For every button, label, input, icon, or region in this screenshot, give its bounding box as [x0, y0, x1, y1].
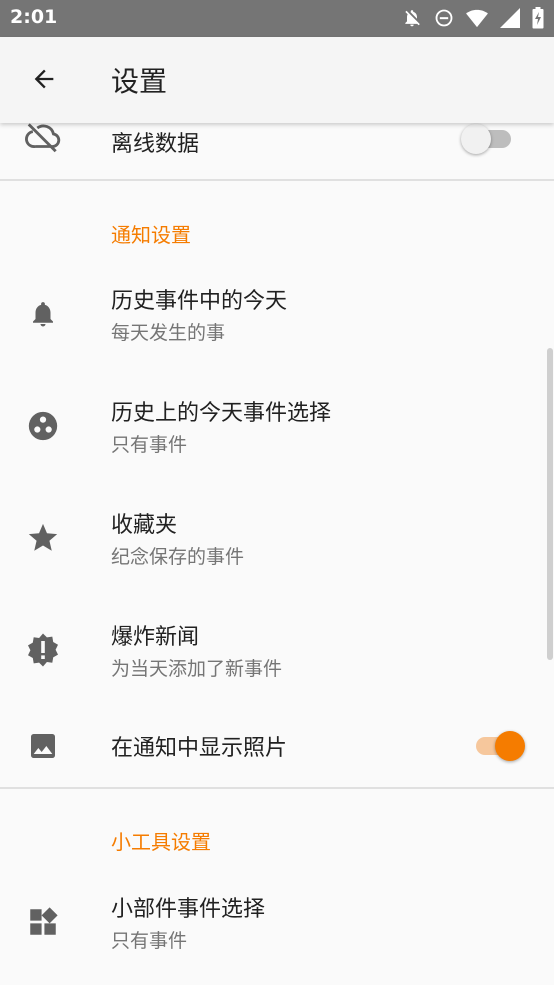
list-item-title: 历史上的今天事件选择 [111, 401, 332, 426]
list-item-title: 爆炸新闻 [111, 625, 200, 650]
list-item-show-photos[interactable]: 在通知中显示照片 [0, 706, 554, 786]
section-header-widgets: 小工具设置 [111, 830, 211, 854]
status-time: 2:01 [10, 6, 58, 28]
wifi-icon [466, 8, 488, 28]
list-item-subtitle: 只有事件 [111, 930, 188, 952]
list-item-history-today[interactable]: 历史事件中的今天 每天发生的事 [0, 258, 554, 370]
bell-icon [24, 295, 62, 333]
alert-badge-icon [24, 631, 62, 669]
scrollbar[interactable] [547, 348, 553, 660]
list-item-breaking-news[interactable]: 爆炸新闻 为当天添加了新事件 [0, 594, 554, 706]
offline-data-toggle[interactable] [461, 123, 513, 159]
battery-charging-icon [532, 7, 544, 29]
list-item-event-selection[interactable]: 历史上的今天事件选择 只有事件 [0, 370, 554, 482]
back-button[interactable] [24, 59, 64, 99]
divider [0, 787, 554, 789]
list-item-widget-event-selection[interactable]: 小部件事件选择 只有事件 [0, 866, 554, 978]
section-header-notifications: 通知设置 [111, 223, 191, 247]
divider [0, 179, 554, 181]
list-item-subtitle: 每天发生的事 [111, 322, 226, 344]
status-bar: 2:01 [0, 0, 554, 37]
list-item-favorites[interactable]: 收藏夹 纪念保存的事件 [0, 482, 554, 594]
categories-icon [24, 407, 62, 445]
list-item-title: 收藏夹 [111, 513, 178, 538]
notifications-off-icon [402, 7, 422, 29]
list-item-title: 小部件事件选择 [111, 897, 266, 922]
list-item-subtitle: 只有事件 [111, 434, 188, 456]
cloud-off-icon [24, 123, 62, 156]
page-title: 设置 [111, 65, 168, 98]
list-item-title: 历史事件中的今天 [111, 289, 288, 314]
arrow-back-icon [34, 69, 54, 89]
cell-signal-icon [500, 8, 520, 28]
app-bar: 设置 [0, 37, 554, 123]
image-icon [24, 727, 62, 765]
offline-data-title: 离线数据 [111, 132, 200, 157]
offline-data-row[interactable]: 离线数据 [0, 123, 554, 179]
list-item-subtitle: 纪念保存的事件 [111, 546, 245, 568]
list-item-title: 在通知中显示照片 [111, 736, 288, 761]
star-icon [24, 519, 62, 557]
list-item-subtitle: 为当天添加了新事件 [111, 658, 283, 680]
settings-list[interactable]: 离线数据 通知设置 历史事件中的今天 每天发生的事 历史上的今天事件选择 只有事… [0, 123, 554, 985]
show-photos-toggle[interactable] [474, 726, 525, 766]
widgets-icon [24, 903, 62, 941]
do-not-disturb-icon [434, 8, 454, 28]
